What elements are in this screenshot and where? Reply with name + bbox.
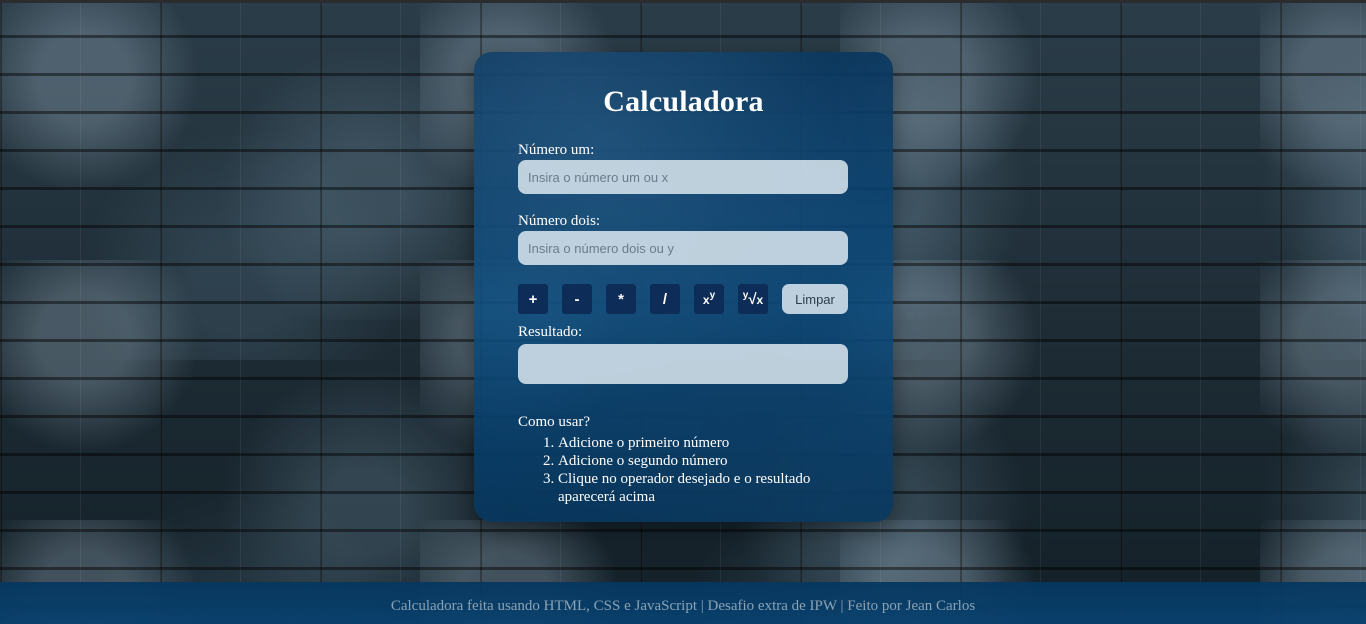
footer: Calculadora feita usando HTML, CSS e Jav… bbox=[0, 582, 1366, 624]
add-button[interactable]: + bbox=[518, 284, 548, 314]
instructions-title: Como usar? bbox=[518, 414, 591, 430]
number-one-label: Número um: bbox=[518, 142, 595, 158]
instruction-step: Clique no operador desejado e o resultad… bbox=[558, 470, 848, 506]
root-button[interactable]: y√x bbox=[738, 284, 768, 314]
divide-button[interactable]: / bbox=[650, 284, 680, 314]
instruction-step: Adicione o primeiro número bbox=[558, 434, 848, 452]
root-base-label: x bbox=[756, 293, 764, 307]
root-symbol-icon: √ bbox=[748, 291, 757, 308]
number-two-label: Número dois: bbox=[518, 213, 601, 229]
clear-button[interactable]: Limpar bbox=[782, 284, 848, 314]
result-label: Resultado: bbox=[518, 324, 583, 340]
multiply-button[interactable]: * bbox=[606, 284, 636, 314]
operator-buttons: + - * / xy y√x Limpar bbox=[518, 284, 848, 314]
footer-text: Calculadora feita usando HTML, CSS e Jav… bbox=[390, 598, 976, 614]
number-one-input[interactable] bbox=[518, 160, 848, 194]
instructions-list: Adicione o primeiro número Adicione o se… bbox=[518, 434, 848, 506]
power-exponent-label: y bbox=[709, 290, 716, 301]
instruction-step: Adicione o segundo número bbox=[558, 452, 848, 470]
power-base-label: x bbox=[702, 293, 710, 307]
subtract-button[interactable]: - bbox=[562, 284, 592, 314]
calculator-panel: Calculadora Número um: Número dois: + - … bbox=[474, 52, 893, 522]
number-two-input[interactable] bbox=[518, 231, 848, 265]
top-border bbox=[0, 0, 1366, 3]
result-output bbox=[518, 344, 848, 384]
page-title: Calculadora bbox=[603, 85, 764, 118]
power-button[interactable]: xy bbox=[694, 284, 724, 314]
